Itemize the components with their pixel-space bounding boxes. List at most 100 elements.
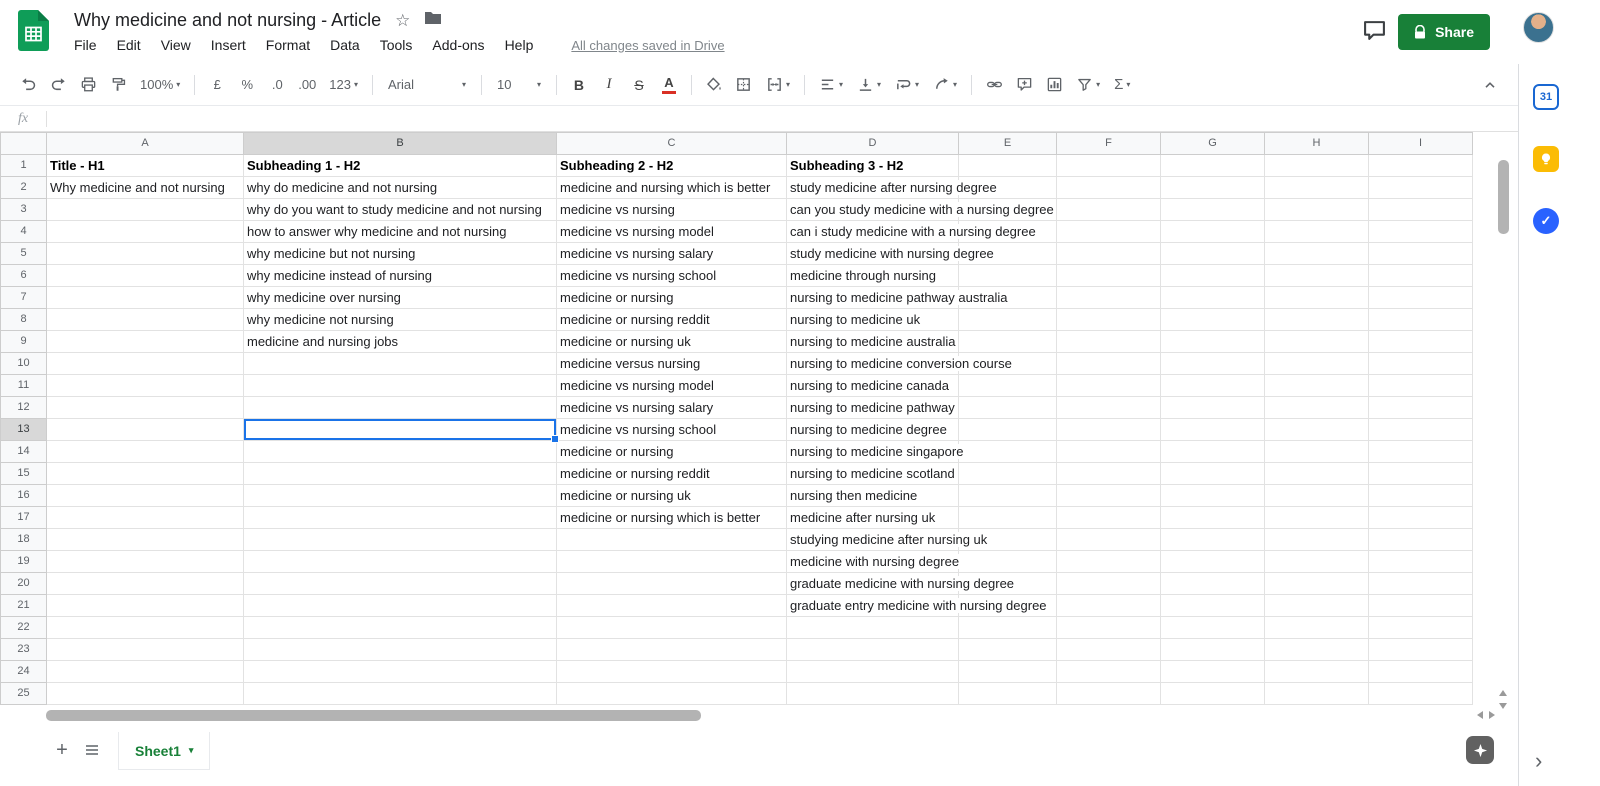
cell-B3[interactable]: why do you want to study medicine and no…: [243, 198, 557, 221]
cell-I7[interactable]: [1368, 286, 1473, 309]
row-header-17[interactable]: 17: [0, 506, 47, 529]
row-header-14[interactable]: 14: [0, 440, 47, 463]
cell-B22[interactable]: [243, 616, 557, 639]
cell-I25[interactable]: [1368, 682, 1473, 705]
cell-B1[interactable]: Subheading 1 - H2: [243, 154, 557, 177]
redo-button[interactable]: [44, 71, 72, 99]
scroll-up-arrow-icon[interactable]: [1499, 690, 1507, 696]
menu-file[interactable]: File: [74, 37, 97, 53]
cell-E24[interactable]: [958, 660, 1057, 683]
menu-tools[interactable]: Tools: [380, 37, 413, 53]
cell-C15[interactable]: medicine or nursing reddit: [556, 462, 787, 485]
cell-B8[interactable]: why medicine not nursing: [243, 308, 557, 331]
sheets-home-button[interactable]: [18, 10, 49, 56]
cell-E25[interactable]: [958, 682, 1057, 705]
row-header-16[interactable]: 16: [0, 484, 47, 507]
row-header-19[interactable]: 19: [0, 550, 47, 573]
cell-C5[interactable]: medicine vs nursing salary: [556, 242, 787, 265]
cell-C10[interactable]: medicine versus nursing: [556, 352, 787, 375]
cell-G7[interactable]: [1160, 286, 1265, 309]
document-title[interactable]: Why medicine and not nursing - Article: [74, 10, 381, 31]
cell-G22[interactable]: [1160, 616, 1265, 639]
cell-B15[interactable]: [243, 462, 557, 485]
cell-D22[interactable]: [786, 616, 959, 639]
cell-H16[interactable]: [1264, 484, 1369, 507]
cell-C13[interactable]: medicine vs nursing school: [556, 418, 787, 441]
cell-B21[interactable]: [243, 594, 557, 617]
cell-H8[interactable]: [1264, 308, 1369, 331]
cell-B7[interactable]: why medicine over nursing: [243, 286, 557, 309]
menu-format[interactable]: Format: [266, 37, 310, 53]
cell-I22[interactable]: [1368, 616, 1473, 639]
cell-B24[interactable]: [243, 660, 557, 683]
cell-F17[interactable]: [1056, 506, 1161, 529]
cell-H2[interactable]: [1264, 176, 1369, 199]
cell-C7[interactable]: medicine or nursing: [556, 286, 787, 309]
cell-G18[interactable]: [1160, 528, 1265, 551]
cell-H14[interactable]: [1264, 440, 1369, 463]
cell-F14[interactable]: [1056, 440, 1161, 463]
cell-B9[interactable]: medicine and nursing jobs: [243, 330, 557, 353]
cell-I12[interactable]: [1368, 396, 1473, 419]
cell-C23[interactable]: [556, 638, 787, 661]
cell-H13[interactable]: [1264, 418, 1369, 441]
cell-G24[interactable]: [1160, 660, 1265, 683]
row-header-2[interactable]: 2: [0, 176, 47, 199]
zoom-select[interactable]: 100% ▾: [134, 71, 186, 99]
cell-D14[interactable]: nursing to medicine singapore: [786, 440, 966, 463]
cell-B2[interactable]: why do medicine and not nursing: [243, 176, 557, 199]
increase-decimal-button[interactable]: .00: [293, 71, 321, 99]
cell-C6[interactable]: medicine vs nursing school: [556, 264, 787, 287]
cell-A9[interactable]: [46, 330, 244, 353]
keep-icon[interactable]: [1533, 146, 1559, 172]
row-header-13[interactable]: 13: [0, 418, 47, 441]
menu-view[interactable]: View: [161, 37, 191, 53]
cell-I8[interactable]: [1368, 308, 1473, 331]
cell-A16[interactable]: [46, 484, 244, 507]
cell-G6[interactable]: [1160, 264, 1265, 287]
fill-color-button[interactable]: [700, 71, 728, 99]
cell-B25[interactable]: [243, 682, 557, 705]
cell-H7[interactable]: [1264, 286, 1369, 309]
decrease-decimal-button[interactable]: .0: [263, 71, 291, 99]
more-formats-button[interactable]: 123 ▾: [323, 71, 364, 99]
cell-G2[interactable]: [1160, 176, 1265, 199]
cell-D21[interactable]: graduate entry medicine with nursing deg…: [786, 594, 1049, 617]
cell-D17[interactable]: medicine after nursing uk: [786, 506, 959, 529]
cell-D25[interactable]: [786, 682, 959, 705]
cell-I3[interactable]: [1368, 198, 1473, 221]
cell-A3[interactable]: [46, 198, 244, 221]
cell-C16[interactable]: medicine or nursing uk: [556, 484, 787, 507]
functions-button[interactable]: Σ ▾: [1108, 71, 1136, 99]
cell-G21[interactable]: [1160, 594, 1265, 617]
cell-A7[interactable]: [46, 286, 244, 309]
cell-H19[interactable]: [1264, 550, 1369, 573]
cell-F8[interactable]: [1056, 308, 1161, 331]
cell-I15[interactable]: [1368, 462, 1473, 485]
all-sheets-button[interactable]: [84, 742, 100, 763]
side-panel-toggle[interactable]: ›: [1535, 750, 1542, 772]
cell-C11[interactable]: medicine vs nursing model: [556, 374, 787, 397]
cell-H22[interactable]: [1264, 616, 1369, 639]
cell-E13[interactable]: [958, 418, 1057, 441]
row-header-25[interactable]: 25: [0, 682, 47, 705]
vertical-scrollbar-thumb[interactable]: [1498, 160, 1509, 234]
row-header-10[interactable]: 10: [0, 352, 47, 375]
cell-F16[interactable]: [1056, 484, 1161, 507]
cell-C17[interactable]: medicine or nursing which is better: [556, 506, 787, 529]
row-header-20[interactable]: 20: [0, 572, 47, 595]
cell-I5[interactable]: [1368, 242, 1473, 265]
hide-toolbar-button[interactable]: [1476, 71, 1504, 99]
cell-F12[interactable]: [1056, 396, 1161, 419]
cell-G16[interactable]: [1160, 484, 1265, 507]
cell-F1[interactable]: [1056, 154, 1161, 177]
cell-G19[interactable]: [1160, 550, 1265, 573]
cell-A22[interactable]: [46, 616, 244, 639]
cell-E1[interactable]: [958, 154, 1057, 177]
cell-I16[interactable]: [1368, 484, 1473, 507]
cell-D13[interactable]: nursing to medicine degree: [786, 418, 959, 441]
cell-F2[interactable]: [1056, 176, 1161, 199]
cell-I21[interactable]: [1368, 594, 1473, 617]
cell-C12[interactable]: medicine vs nursing salary: [556, 396, 787, 419]
cell-D16[interactable]: nursing then medicine: [786, 484, 959, 507]
